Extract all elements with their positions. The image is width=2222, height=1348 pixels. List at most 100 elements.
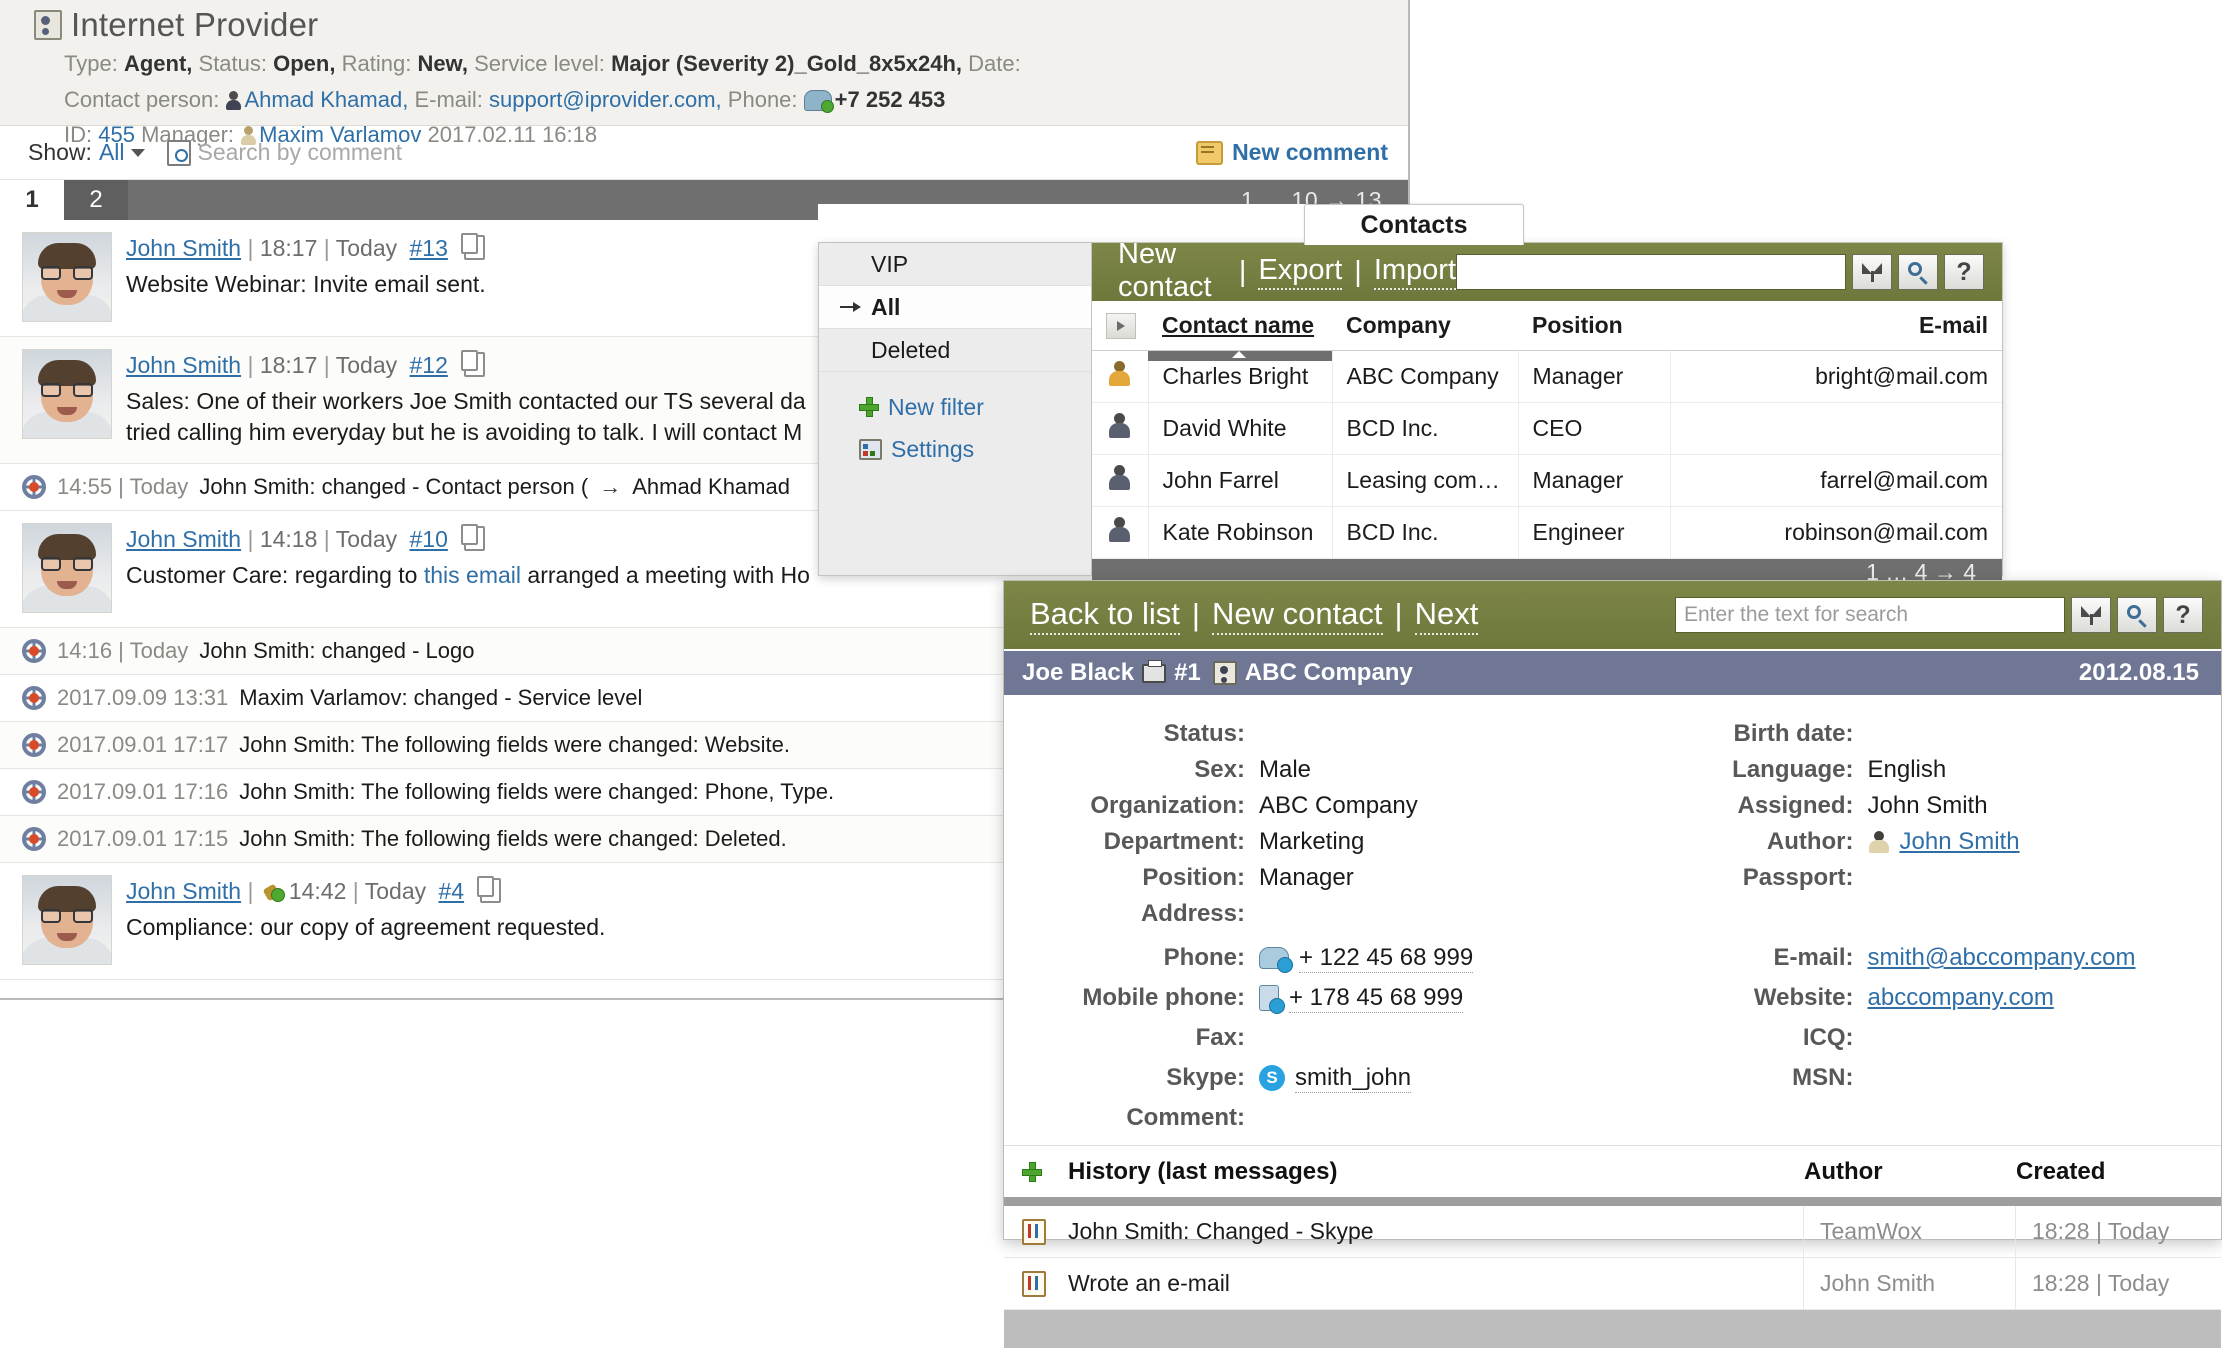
history-row[interactable]: John Smith: Changed - Skype TeamWox 18:2… <box>1004 1206 2221 1258</box>
search-comment-input[interactable]: Search by comment <box>198 139 403 166</box>
telephone-icon[interactable] <box>1259 947 1293 973</box>
help-button[interactable]: ? <box>1944 254 1984 290</box>
comment-text-pre: Customer Care: regarding to <box>126 561 424 588</box>
field-label: Sex: <box>1194 756 1245 783</box>
comment-author[interactable]: John Smith <box>126 878 241 904</box>
comment-number[interactable]: #4 <box>439 878 465 904</box>
field-label: ICQ: <box>1802 1024 1854 1051</box>
company-icon <box>1212 661 1237 685</box>
column-position[interactable]: Position <box>1518 301 1670 351</box>
contacts-search-input[interactable] <box>1456 254 1846 290</box>
copy-icon[interactable] <box>477 876 502 904</box>
cell-company: BCD Inc. <box>1332 402 1519 455</box>
event-text-after: Ahmad Khamad <box>632 474 790 500</box>
field-label: Skype: <box>1166 1064 1245 1091</box>
field-language: Language: English <box>1613 753 2222 787</box>
sidebar-item-vip[interactable]: VIP <box>819 243 1091 286</box>
phone-icon[interactable] <box>803 89 834 113</box>
field-label: Author: <box>1766 828 1854 855</box>
history-row[interactable]: Wrote an e-mail John Smith 18:28 | Today <box>1004 1258 2221 1310</box>
contact-fields: Status: Sex: Male Organization: ABC Comp… <box>1004 695 2221 1145</box>
sidebar-item-all[interactable]: All <box>819 286 1091 329</box>
comment-time: 14:18 <box>259 526 318 553</box>
field-label: Mobile phone: <box>1082 984 1245 1011</box>
email-label: E-mail: <box>414 86 483 112</box>
contact-company: ABC Company <box>1244 659 1413 686</box>
column-email[interactable]: E-mail <box>1670 301 2002 351</box>
mobile-phone-icon[interactable] <box>1259 985 1285 1014</box>
new-contact-button[interactable]: New contact <box>1118 238 1227 307</box>
sidebar-item-deleted[interactable]: Deleted <box>819 329 1091 372</box>
column-contact-name[interactable]: Contact name <box>1148 301 1332 351</box>
field-mobile-phone: Mobile phone: + 178 45 68 999 <box>1004 981 1613 1015</box>
skype-icon[interactable] <box>1259 1065 1285 1091</box>
next-button[interactable]: Next <box>1414 596 1479 635</box>
import-button[interactable]: Import <box>1373 254 1456 290</box>
cell-email: robinson@mail.com <box>1670 506 2002 559</box>
filter-button[interactable] <box>2071 597 2111 633</box>
back-to-list-button[interactable]: Back to list <box>1030 596 1180 635</box>
column-created: Created <box>2016 1157 2106 1185</box>
contacts-filter-sidebar: VIP All Deleted New filter Settings <box>819 243 1092 575</box>
event-time: 2017.09.01 17:15 <box>57 826 229 852</box>
comment-author[interactable]: John Smith <box>126 526 241 552</box>
ticket-meta-line-2: Contact person: Ahmad Khamad, E-mail: su… <box>34 82 1408 118</box>
toolbar-separator: | <box>1191 597 1200 632</box>
comment-number[interactable]: #13 <box>410 235 448 261</box>
cell-contact-name[interactable]: David White <box>1148 402 1333 455</box>
table-row[interactable]: David White BCD Inc. CEO <box>1092 402 2002 455</box>
new-contact-button[interactable]: New contact <box>1211 596 1383 635</box>
search-icon[interactable] <box>166 139 191 166</box>
page-button-2[interactable]: 2 <box>64 180 128 220</box>
comment-author[interactable]: John Smith <box>126 235 241 261</box>
phone-label: Phone: <box>727 86 798 112</box>
new-comment-button[interactable]: New comment <box>1196 139 1388 166</box>
cell-position: Manager <box>1518 351 1671 403</box>
comment-inline-link[interactable]: this email <box>424 562 521 588</box>
comment-number[interactable]: #10 <box>410 526 448 552</box>
contact-fields-left: Status: Sex: Male Organization: ABC Comp… <box>1004 717 1613 1137</box>
field-phone: Phone: + 122 45 68 999 <box>1004 941 1613 975</box>
settings-button[interactable]: Settings <box>819 428 1091 470</box>
filter-button[interactable] <box>1852 254 1892 290</box>
field-value[interactable]: abccompany.com <box>1868 984 2054 1012</box>
cell-position: Engineer <box>1518 506 1671 559</box>
copy-icon[interactable] <box>461 524 486 552</box>
contacts-rows: Charles Bright ABC Company Manager brigh… <box>1092 351 2002 559</box>
show-value[interactable]: All <box>99 139 125 166</box>
copy-icon[interactable] <box>461 233 486 260</box>
plus-icon[interactable] <box>1022 1161 1042 1182</box>
table-row[interactable]: John Farrel Leasing company Manager farr… <box>1092 454 2002 507</box>
page-button-1[interactable]: 1 <box>0 180 64 220</box>
search-button[interactable] <box>1898 254 1938 290</box>
search-button[interactable] <box>2117 597 2157 633</box>
comment-number[interactable]: #12 <box>410 352 448 378</box>
detail-search-input[interactable]: Enter the text for search <box>1675 597 2065 633</box>
cell-email: bright@mail.com <box>1670 351 2002 403</box>
contact-person-link[interactable]: Ahmad Khamad, <box>244 87 408 112</box>
arrow-right-icon[interactable] <box>1106 312 1136 339</box>
avatar <box>22 875 112 966</box>
cell-contact-name[interactable]: John Farrel <box>1148 454 1333 507</box>
printer-icon[interactable] <box>1142 659 1167 683</box>
funnel-icon <box>2080 605 2102 625</box>
export-button[interactable]: Export <box>1258 254 1343 290</box>
field-value[interactable]: smith@abccompany.com <box>1868 944 2136 972</box>
contact-created-date: 2012.08.15 <box>2078 659 2199 686</box>
user-icon <box>1106 412 1132 439</box>
field-value[interactable]: John Smith <box>1900 828 2020 856</box>
email-link[interactable]: support@iprovider.com, <box>489 87 722 112</box>
new-filter-button[interactable]: New filter <box>819 386 1091 428</box>
chevron-down-icon[interactable] <box>130 148 145 157</box>
event-text: John Smith: The following fields were ch… <box>239 779 835 805</box>
avatar <box>22 349 112 439</box>
help-button[interactable]: ? <box>2163 597 2203 633</box>
comment-icon <box>1196 140 1224 165</box>
table-row[interactable]: Kate Robinson BCD Inc. Engineer robinson… <box>1092 506 2002 559</box>
copy-icon[interactable] <box>461 350 486 377</box>
comment-author[interactable]: John Smith <box>126 352 241 378</box>
cell-contact-name[interactable]: Kate Robinson <box>1148 506 1333 559</box>
column-company[interactable]: Company <box>1332 301 1518 351</box>
tab-contacts[interactable]: Contacts <box>1304 204 1524 245</box>
field-label: Department: <box>1103 828 1245 855</box>
